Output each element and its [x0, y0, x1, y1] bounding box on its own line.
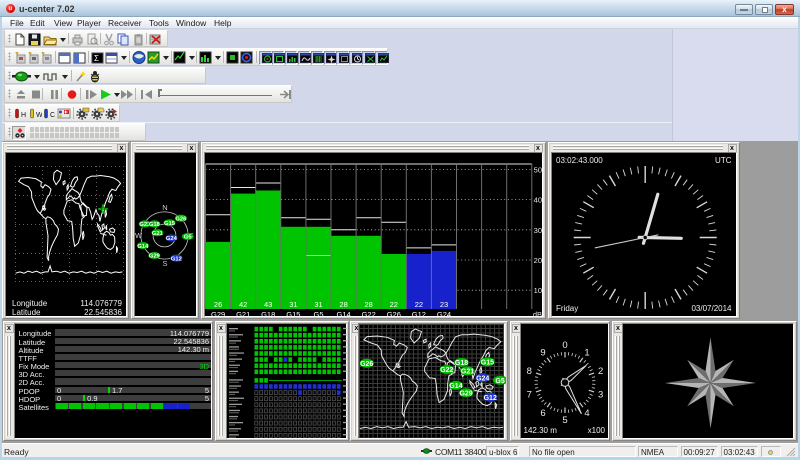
svg-text:G14: G14: [449, 383, 462, 390]
svg-text:G18: G18: [455, 360, 468, 367]
svg-text:G14: G14: [137, 244, 149, 250]
svg-text:26: 26: [213, 300, 221, 309]
svg-text:G18: G18: [149, 222, 161, 228]
svg-text:G12: G12: [484, 395, 497, 402]
svg-text:G26: G26: [386, 310, 400, 317]
svg-text:G26: G26: [175, 216, 187, 222]
svg-text:7: 7: [526, 389, 531, 400]
svg-text:3: 3: [598, 389, 603, 400]
svg-text:Σ: Σ: [94, 54, 99, 63]
svg-text:G22: G22: [440, 367, 453, 374]
svg-text:31: 31: [289, 300, 297, 309]
svg-text:S: S: [162, 259, 167, 268]
svg-text:G5: G5: [313, 310, 323, 317]
svg-text:20: 20: [533, 256, 541, 265]
svg-text:G5: G5: [184, 235, 193, 241]
svg-text:30: 30: [533, 226, 541, 235]
svg-text:40: 40: [533, 196, 541, 205]
svg-text:4: 4: [584, 408, 589, 419]
svg-text:C: C: [50, 112, 55, 119]
svg-text:31: 31: [314, 300, 322, 309]
svg-text:G24: G24: [166, 236, 178, 242]
svg-text:8: 8: [526, 366, 531, 377]
svg-text:9: 9: [540, 347, 545, 358]
svg-text:W: W: [135, 231, 143, 240]
svg-text:43: 43: [264, 300, 272, 309]
svg-text:N: N: [162, 203, 167, 212]
svg-text:G21: G21: [236, 310, 250, 317]
svg-text:G29: G29: [459, 390, 472, 397]
svg-text:G12: G12: [411, 310, 425, 317]
svg-text:6: 6: [540, 408, 545, 419]
svg-text:G18: G18: [261, 310, 275, 317]
svg-text:0: 0: [562, 340, 567, 351]
svg-text:G29: G29: [149, 254, 161, 260]
svg-text:G15: G15: [164, 221, 176, 227]
svg-text:G24: G24: [436, 310, 450, 317]
svg-text:22: 22: [414, 300, 422, 309]
svg-text:5: 5: [562, 415, 567, 426]
svg-text:1: 1: [584, 347, 589, 358]
svg-text:28: 28: [339, 300, 347, 309]
svg-text:G22: G22: [361, 310, 375, 317]
svg-text:G15: G15: [481, 359, 494, 366]
svg-text:G26: G26: [360, 361, 373, 368]
svg-text:H: H: [21, 112, 26, 119]
svg-text:22: 22: [389, 300, 397, 309]
svg-text:G14: G14: [336, 310, 350, 317]
svg-text:G29: G29: [211, 310, 225, 317]
svg-text:G5: G5: [495, 378, 504, 385]
svg-text:G15: G15: [286, 310, 300, 317]
svg-text:28: 28: [364, 300, 372, 309]
svg-text:G24: G24: [476, 375, 489, 382]
svg-text:23: 23: [439, 300, 447, 309]
svg-text:G21: G21: [152, 231, 164, 237]
svg-text:2: 2: [598, 366, 603, 377]
svg-text:G12: G12: [171, 256, 182, 262]
svg-text:50: 50: [533, 165, 541, 174]
svg-text:dB: dB: [532, 310, 541, 317]
svg-text:42: 42: [239, 300, 247, 309]
svg-text:G21: G21: [461, 369, 474, 376]
svg-text:10: 10: [533, 286, 541, 295]
